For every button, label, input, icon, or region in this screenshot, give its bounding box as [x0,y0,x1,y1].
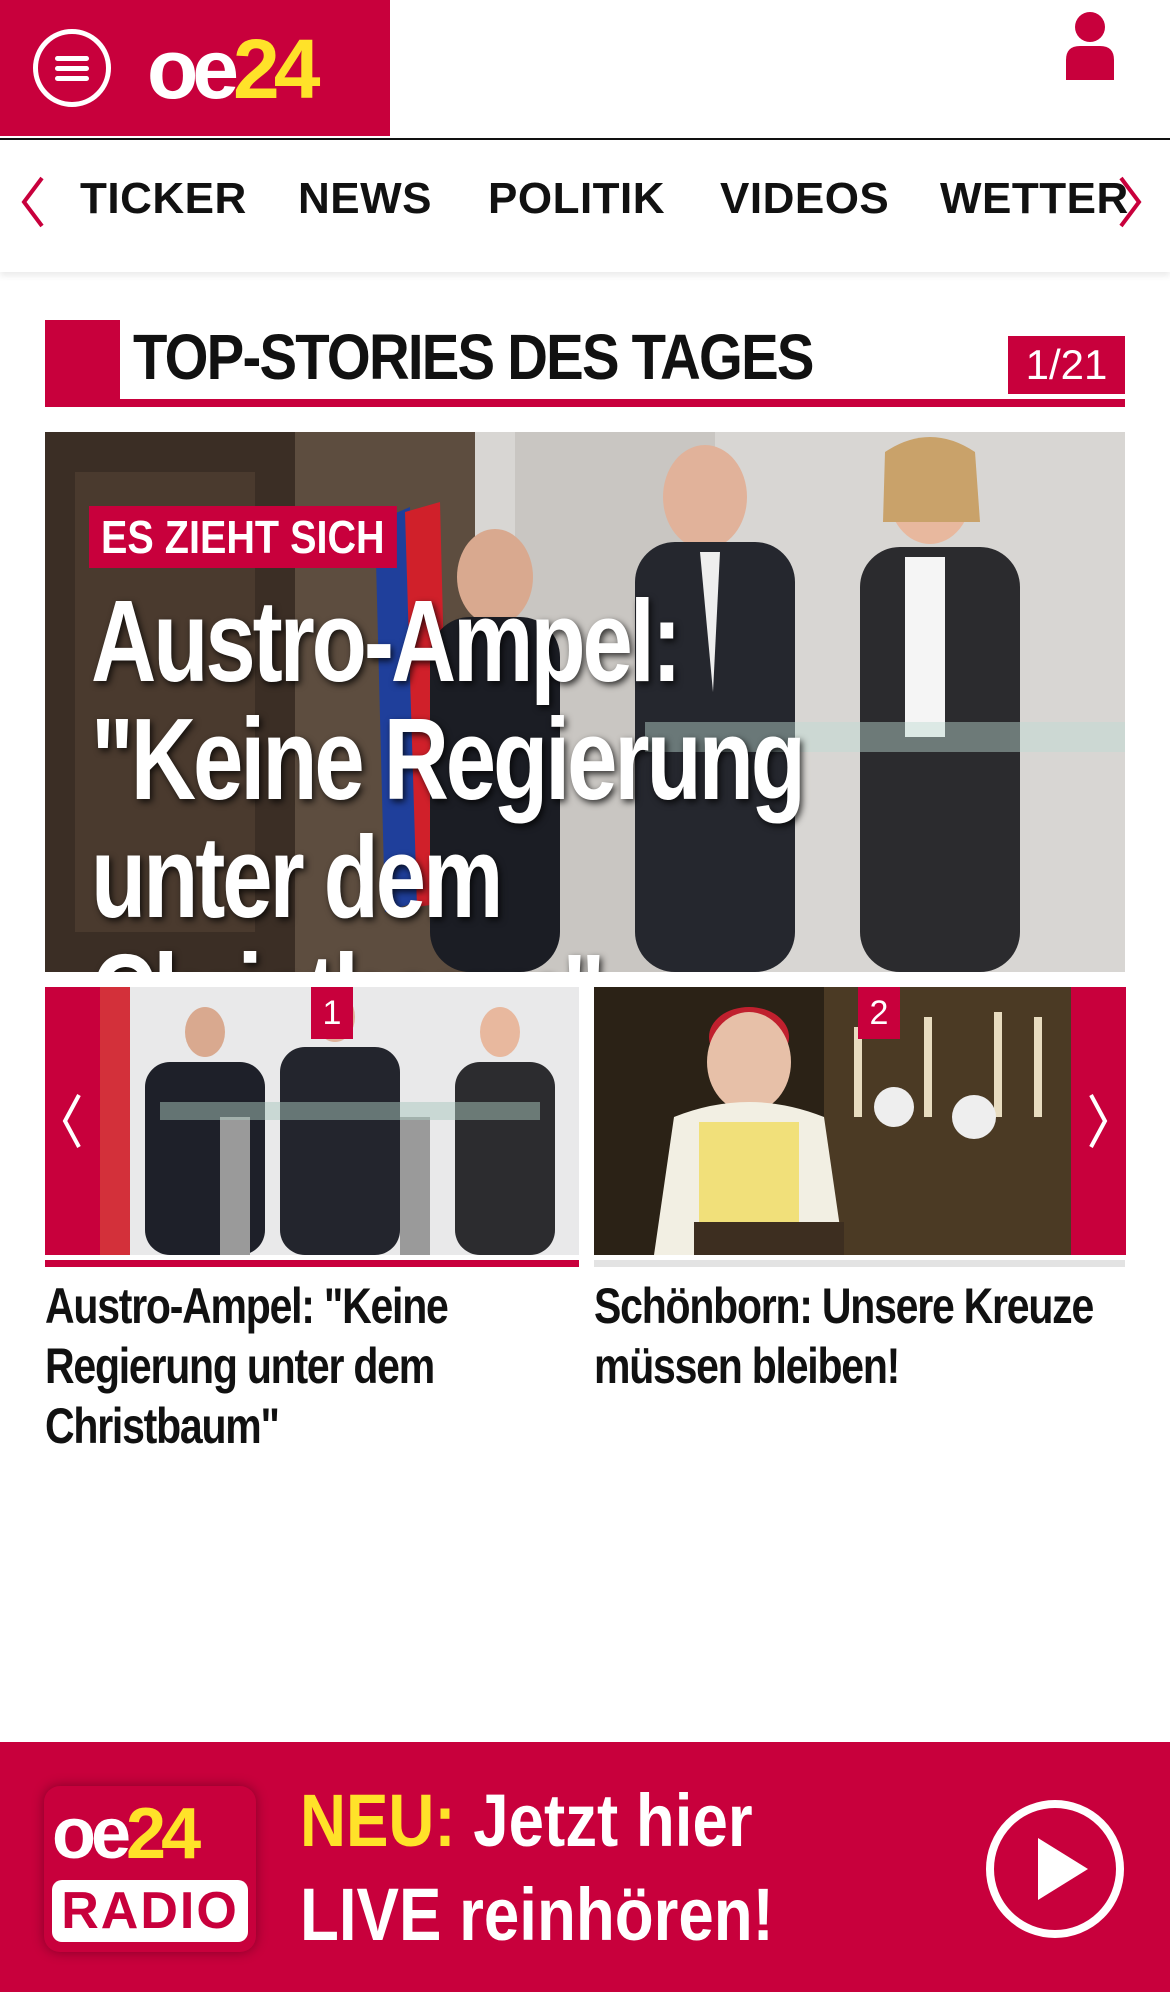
carousel-prev-button[interactable] [45,987,100,1255]
story-counter: 1/21 [1008,336,1125,394]
nav-item-politik[interactable]: POLITIK [488,174,665,224]
brand-box: oe24 [0,0,390,136]
nav-item-wetter[interactable]: WETTER [940,174,1129,224]
card-1-title[interactable]: Austro-Ampel: "Keine Regierung unter dem… [45,1276,562,1456]
top-header: oe24 [0,0,1170,141]
card-2-number: 2 [858,987,900,1039]
card-2-bar [594,1260,1125,1267]
card-1-image[interactable]: 1 [100,987,579,1255]
chevron-right-icon[interactable] [1115,172,1145,232]
category-nav: TICKER NEWS POLITIK VIDEOS WETTER [0,140,1170,272]
radio-banner[interactable]: oe24 RADIO NEU: Jetzt hier LIVE reinhöre… [0,1742,1170,1992]
radio-logo: oe24 RADIO [44,1786,256,1952]
section-title: TOP-STORIES DES TAGES [133,321,814,393]
nav-item-news[interactable]: NEWS [298,174,432,224]
heading-underline [45,399,1125,407]
chevron-left-icon [62,1094,81,1148]
chevron-left-icon[interactable] [18,172,48,232]
radio-logo-label: RADIO [52,1880,248,1942]
hero-kicker: ES ZIEHT SICH [89,506,397,568]
carousel-next-button[interactable] [1071,987,1126,1255]
nav-item-ticker[interactable]: TICKER [80,174,247,224]
nav-item-videos[interactable]: VIDEOS [720,174,889,224]
site-logo[interactable]: oe24 [147,24,321,114]
card-1-number: 1 [311,987,353,1039]
hamburger-icon[interactable] [33,29,111,107]
card-2-image[interactable]: 2 [594,987,1071,1255]
card-2-title[interactable]: Schönborn: Unsere Kreuze müssen bleiben! [594,1276,1119,1396]
top-stories-header: TOP-STORIES DES TAGES 1/21 [45,320,1125,407]
heading-accent-block [45,320,120,407]
card-1-active-bar [45,1260,579,1267]
user-icon[interactable] [1060,10,1120,80]
chevron-right-icon [1089,1094,1108,1148]
radio-promo-text: NEU: Jetzt hier LIVE reinhören! [300,1779,774,1956]
hero-headline[interactable]: Austro-Ampel: "Keine Regierung unter dem… [91,582,887,972]
radio-neu-label: NEU: [300,1779,456,1862]
hero-story[interactable]: ES ZIEHT SICH Austro-Ampel: "Keine Regie… [45,432,1125,972]
play-icon[interactable] [986,1800,1124,1938]
